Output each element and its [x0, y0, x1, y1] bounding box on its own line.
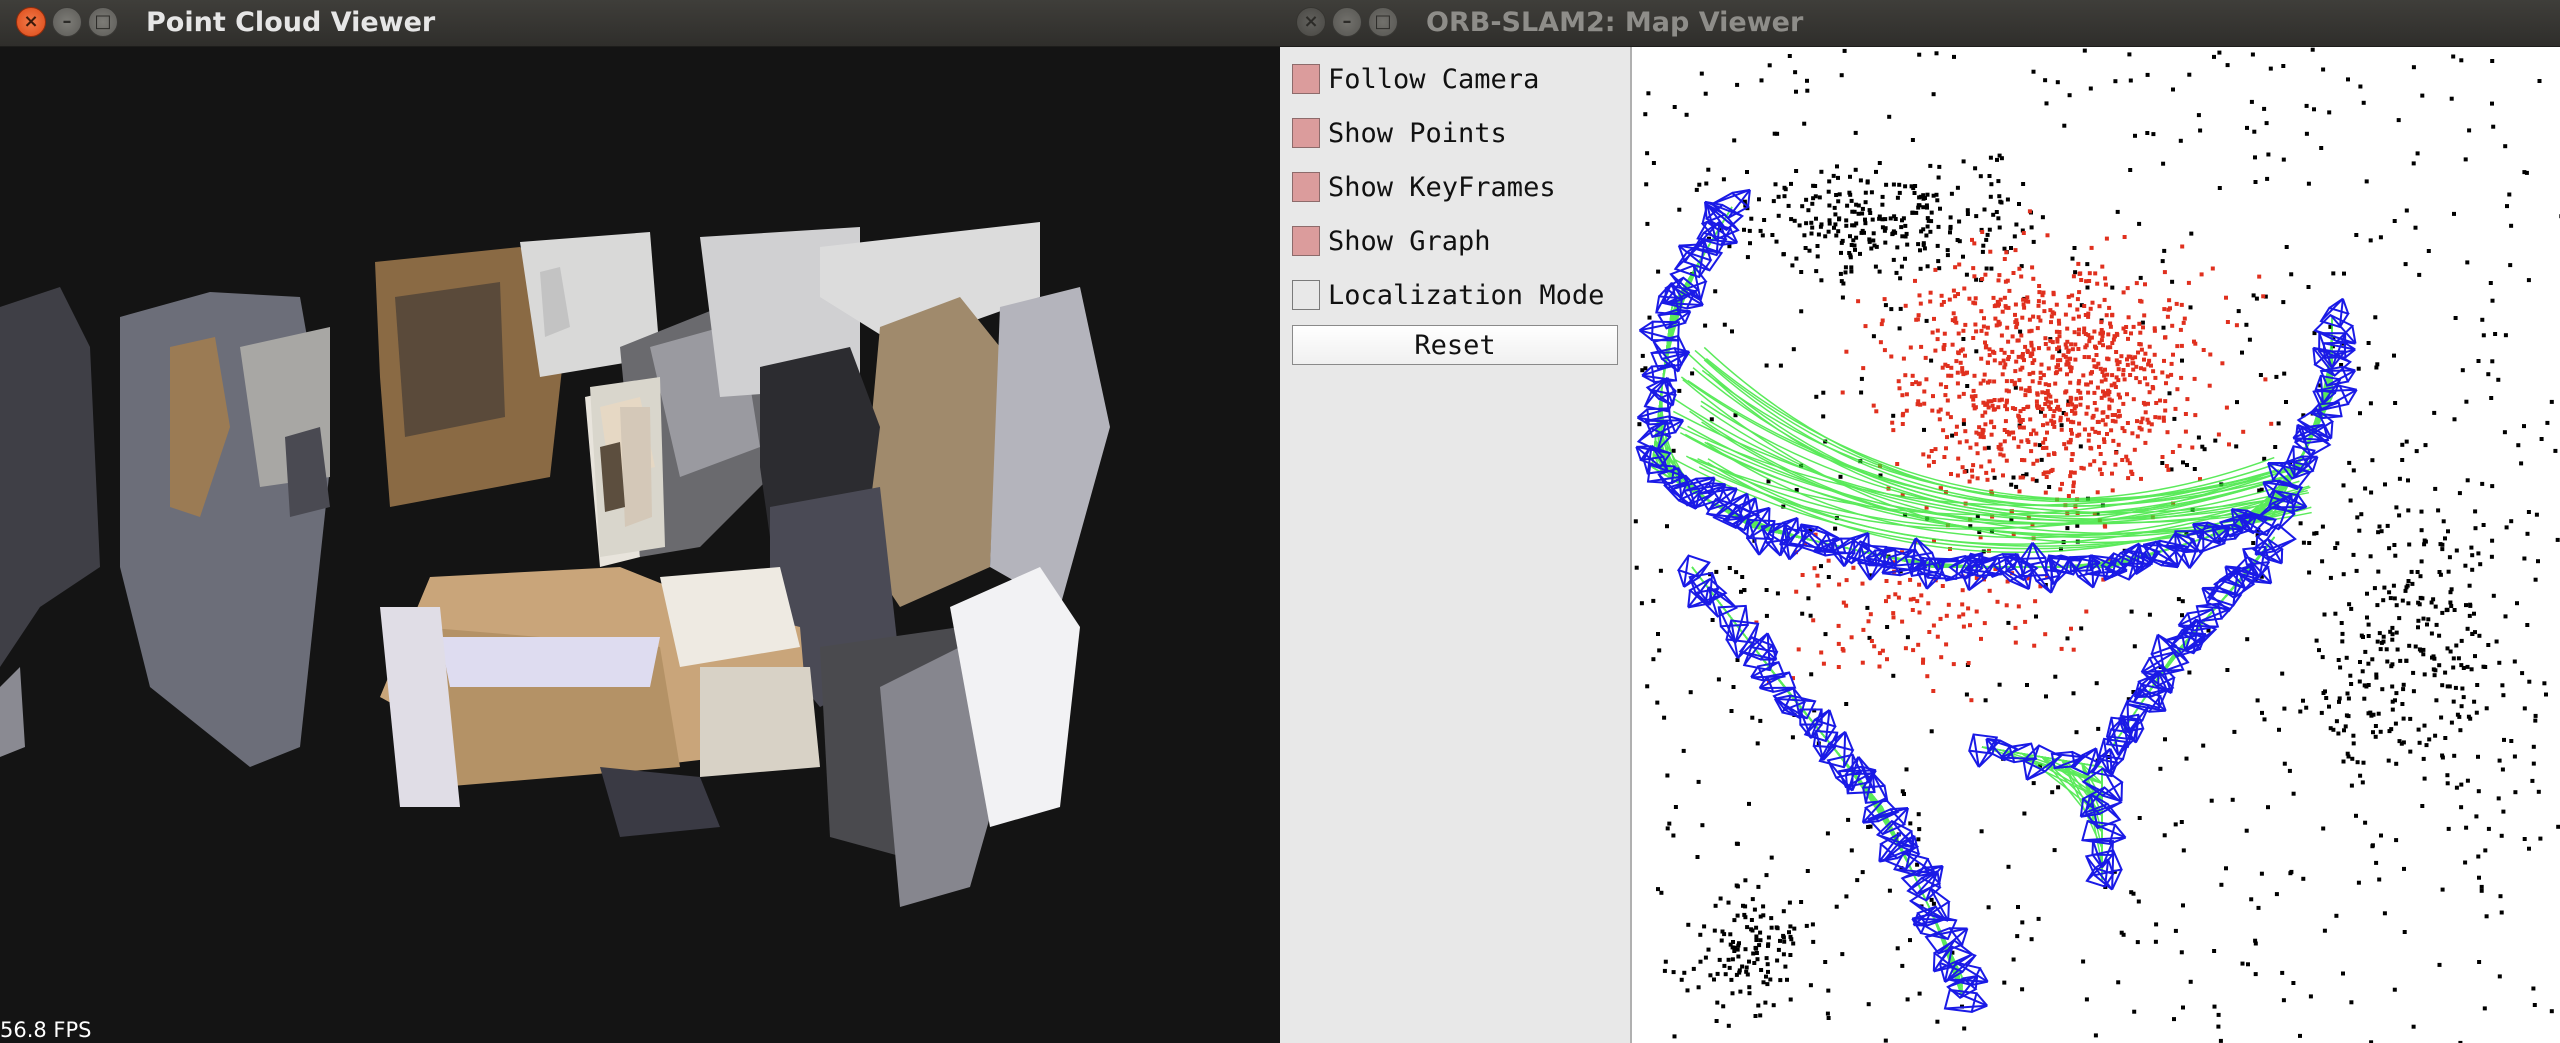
titlebar[interactable]: × – □ ORB-SLAM2: Map Viewer — [1280, 0, 2560, 47]
show-graph-checkbox[interactable] — [1292, 226, 1320, 256]
map-viewer-window: × – □ ORB-SLAM2: Map Viewer Follow Camer… — [1280, 0, 2560, 1043]
maximize-icon[interactable]: □ — [1368, 7, 1398, 37]
show-points-option[interactable]: Show Points — [1292, 113, 1507, 153]
show-keyframes-checkbox[interactable] — [1292, 172, 1320, 202]
options-panel: Follow Camera Show Points Show KeyFrames… — [1280, 47, 1632, 1043]
window-title: Point Cloud Viewer — [146, 7, 436, 38]
covisibility-graph — [1651, 206, 2333, 998]
option-label: Show KeyFrames — [1328, 171, 1556, 203]
minimize-icon[interactable]: – — [52, 7, 82, 37]
localization-mode-option[interactable]: Localization Mode — [1292, 275, 1604, 315]
close-icon[interactable]: × — [1296, 7, 1326, 37]
minimize-icon[interactable]: – — [1332, 7, 1362, 37]
show-points-checkbox[interactable] — [1292, 118, 1320, 148]
slam-map-canvas[interactable] — [1632, 47, 2560, 1043]
show-keyframes-option[interactable]: Show KeyFrames — [1292, 167, 1556, 207]
follow-camera-option[interactable]: Follow Camera — [1292, 59, 1539, 99]
point-cloud-canvas[interactable]: 56.8 FPS — [0, 47, 1280, 1043]
option-label: Follow Camera — [1328, 63, 1540, 95]
titlebar[interactable]: × – □ Point Cloud Viewer — [0, 0, 1280, 47]
follow-camera-checkbox[interactable] — [1292, 64, 1320, 94]
option-label: Show Points — [1328, 117, 1507, 149]
option-label: Localization Mode — [1328, 279, 1605, 311]
current-map-points — [1754, 209, 2274, 703]
close-icon[interactable]: × — [16, 7, 46, 37]
point-cloud-viewer-window: × – □ Point Cloud Viewer 56.8 FPS — [0, 0, 1280, 1043]
room-point-cloud — [0, 222, 1110, 907]
localization-mode-checkbox[interactable] — [1292, 280, 1320, 310]
window-title: ORB-SLAM2: Map Viewer — [1426, 7, 1804, 38]
option-label: Show Graph — [1328, 225, 1491, 257]
show-graph-option[interactable]: Show Graph — [1292, 221, 1491, 261]
fps-counter: 56.8 FPS — [0, 1018, 92, 1042]
maximize-icon[interactable]: □ — [88, 7, 118, 37]
reset-button[interactable]: Reset — [1292, 325, 1618, 365]
